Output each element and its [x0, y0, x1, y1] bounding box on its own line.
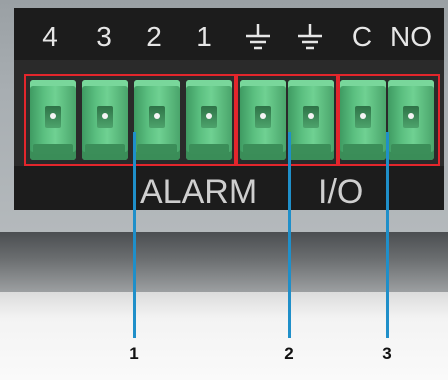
photo-scene: 4 3 2 1 C NO ALARM I/O 1 2 3: [0, 0, 448, 380]
group-label-io: I/O: [318, 173, 364, 211]
pin-label-no: NO: [390, 21, 432, 52]
panel-edge-shadow: [0, 232, 448, 292]
pin-label-3: 3: [96, 21, 112, 52]
callout-number-3: 3: [382, 344, 392, 363]
group-highlight-3: [338, 74, 440, 166]
group-highlight-2: [236, 74, 338, 166]
ground-icon: [242, 22, 274, 54]
callout-line-1: [133, 132, 136, 338]
group-highlight-1: [24, 74, 236, 166]
callout-number-2: 2: [284, 344, 294, 363]
group-label-alarm: ALARM: [140, 173, 258, 211]
callout-line-3: [386, 132, 389, 338]
background-surface: [0, 292, 448, 380]
pin-label-2: 2: [146, 21, 162, 52]
pin-label-4: 4: [42, 21, 58, 52]
callout-number-1: 1: [129, 344, 139, 363]
pin-label-1: 1: [196, 21, 212, 52]
callout-line-2: [288, 132, 291, 338]
pin-label-c: C: [351, 21, 373, 52]
ground-icon: [294, 22, 326, 54]
